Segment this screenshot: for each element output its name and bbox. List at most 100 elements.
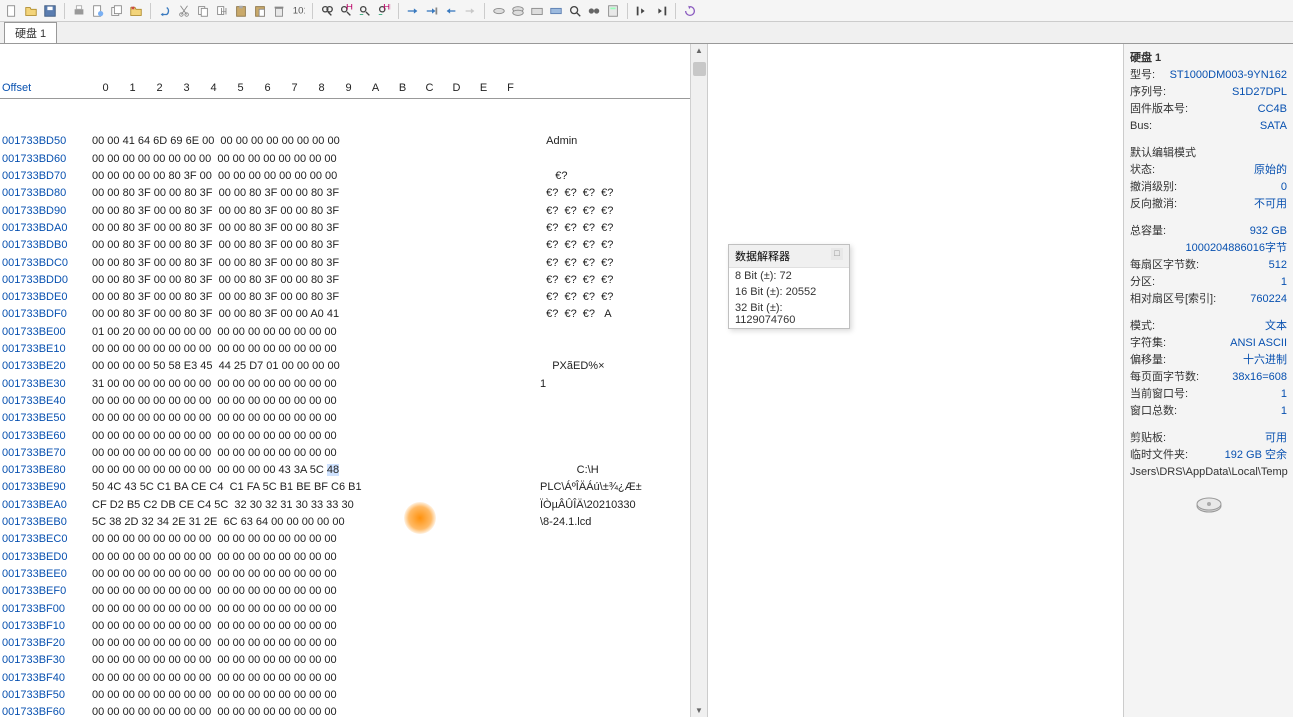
charset-value: ANSI ASCII: [1230, 336, 1287, 351]
save-icon[interactable]: [42, 3, 58, 19]
forward-icon[interactable]: [462, 3, 478, 19]
interp-title: 数据解释器: [735, 248, 790, 264]
find-hex-icon[interactable]: HEX: [338, 3, 354, 19]
replace-icon[interactable]: [357, 3, 373, 19]
wintot-label: 窗口总数:: [1130, 404, 1177, 419]
close-icon[interactable]: □: [831, 248, 843, 260]
hex-row[interactable]: 001733BD5000 00 41 64 6D 69 6E 00 00 00 …: [0, 133, 690, 150]
search-icon[interactable]: [567, 3, 583, 19]
hex-row[interactable]: 001733BE2000 00 00 00 50 58 E3 45 44 25 …: [0, 358, 690, 375]
binary-icon[interactable]: 101: [290, 3, 306, 19]
delete-icon[interactable]: [271, 3, 287, 19]
interp-8bit: 8 Bit (±): 72: [729, 268, 849, 284]
hex-row[interactable]: 001733BF3000 00 00 00 00 00 00 00 00 00 …: [0, 652, 690, 669]
bus-value: SATA: [1260, 119, 1287, 134]
files-icon[interactable]: [109, 3, 125, 19]
hex-row[interactable]: 001733BEB05C 38 2D 32 34 2E 31 2E 6C 63 …: [0, 514, 690, 531]
goto-icon[interactable]: [405, 3, 421, 19]
disk3-icon[interactable]: [529, 3, 545, 19]
bus-label: Bus:: [1130, 119, 1152, 134]
hex-row[interactable]: 001733BDF000 00 80 3F 00 00 80 3F 00 00 …: [0, 306, 690, 323]
back-icon[interactable]: [443, 3, 459, 19]
hex-row[interactable]: 001733BE8000 00 00 00 00 00 00 00 00 00 …: [0, 462, 690, 479]
tab-bar: 硬盘 1: [0, 22, 1293, 44]
hex-row[interactable]: 001733BDD000 00 80 3F 00 00 80 3F 00 00 …: [0, 272, 690, 289]
editmode-label: 默认编辑模式: [1130, 146, 1196, 161]
hex-row[interactable]: 001733BD8000 00 80 3F 00 00 80 3F 00 00 …: [0, 185, 690, 202]
svg-text:HEX: HEX: [346, 4, 353, 12]
cap-label: 总容量:: [1130, 224, 1166, 239]
sync-icon[interactable]: [682, 3, 698, 19]
svg-text:HEX: HEX: [383, 4, 391, 12]
hex-row[interactable]: 001733BED000 00 00 00 00 00 00 00 00 00 …: [0, 549, 690, 566]
tab-disk1[interactable]: 硬盘 1: [4, 22, 57, 43]
hex-row[interactable]: 001733BEE000 00 00 00 00 00 00 00 00 00 …: [0, 566, 690, 583]
pos-mgr-icon[interactable]: [586, 3, 602, 19]
tmp-label: 临时文件夹:: [1130, 448, 1188, 463]
hex-row[interactable]: 001733BD9000 00 80 3F 00 00 80 3F 00 00 …: [0, 203, 690, 220]
hex-row[interactable]: 001733BDB000 00 80 3F 00 00 80 3F 00 00 …: [0, 237, 690, 254]
empty-middle: [708, 44, 1123, 717]
hex-pane: Offset0123456789ABCDEF 001733BD5000 00 4…: [0, 44, 708, 717]
model-value: ST1000DM003-9YN162: [1170, 68, 1287, 83]
hex-row[interactable]: 001733BE7000 00 00 00 00 00 00 00 00 00 …: [0, 445, 690, 462]
hex-row[interactable]: 001733BE6000 00 00 00 00 00 00 00 00 00 …: [0, 428, 690, 445]
state-value: 原始的: [1254, 163, 1287, 178]
hex-row[interactable]: 001733BE1000 00 00 00 00 00 00 00 00 00 …: [0, 341, 690, 358]
calc-icon[interactable]: [605, 3, 621, 19]
redo-value: 不可用: [1254, 197, 1287, 212]
disk2-icon[interactable]: [510, 3, 526, 19]
interp-32bit: 32 Bit (±): 1129074760: [729, 300, 849, 328]
hex-row[interactable]: 001733BF4000 00 00 00 00 00 00 00 00 00 …: [0, 670, 690, 687]
hex-row[interactable]: 001733BE4000 00 00 00 00 00 00 00 00 00 …: [0, 393, 690, 410]
offdisp-value: 十六进制: [1243, 353, 1287, 368]
ram-icon[interactable]: [548, 3, 564, 19]
open-icon[interactable]: [23, 3, 39, 19]
hex-row[interactable]: 001733BD7000 00 00 00 00 80 3F 00 00 00 …: [0, 168, 690, 185]
block-end-icon[interactable]: [653, 3, 669, 19]
hex-row[interactable]: 001733BEC000 00 00 00 00 00 00 00 00 00 …: [0, 531, 690, 548]
block-start-icon[interactable]: [634, 3, 650, 19]
new-icon[interactable]: [4, 3, 20, 19]
hex-row[interactable]: 001733BF6000 00 00 00 00 00 00 00 00 00 …: [0, 704, 690, 717]
hex-row[interactable]: 001733BF0000 00 00 00 00 00 00 00 00 00 …: [0, 601, 690, 618]
cut-icon[interactable]: [176, 3, 192, 19]
redo-label: 反向撤消:: [1130, 197, 1177, 212]
hex-row[interactable]: 001733BEF000 00 00 00 00 00 00 00 00 00 …: [0, 583, 690, 600]
paste-icon[interactable]: [233, 3, 249, 19]
goto-offset-icon[interactable]: [424, 3, 440, 19]
hex-row[interactable]: 001733BF1000 00 00 00 00 00 00 00 00 00 …: [0, 618, 690, 635]
replace-hex-icon[interactable]: HEX: [376, 3, 392, 19]
wintot-value: 1: [1281, 404, 1287, 419]
paste-over-icon[interactable]: [252, 3, 268, 19]
relsec-value: 760224: [1250, 292, 1287, 307]
properties-icon[interactable]: [90, 3, 106, 19]
vertical-scrollbar[interactable]: ▲ ▼: [690, 44, 707, 717]
hex-row[interactable]: 001733BDC000 00 80 3F 00 00 80 3F 00 00 …: [0, 255, 690, 272]
copy-hex-icon[interactable]: H: [214, 3, 230, 19]
hex-row[interactable]: 001733BD6000 00 00 00 00 00 00 00 00 00 …: [0, 151, 690, 168]
hex-body[interactable]: 001733BD5000 00 41 64 6D 69 6E 00 00 00 …: [0, 133, 690, 717]
copy-icon[interactable]: [195, 3, 211, 19]
model-label: 型号:: [1130, 68, 1155, 83]
clip-label: 剪贴板:: [1130, 431, 1166, 446]
mode-value: 文本: [1265, 319, 1287, 334]
hex-row[interactable]: 001733BEA0CF D2 B5 C2 DB CE C4 5C 32 30 …: [0, 497, 690, 514]
hex-row[interactable]: 001733BE0001 00 20 00 00 00 00 00 00 00 …: [0, 324, 690, 341]
find-icon[interactable]: [319, 3, 335, 19]
data-interpreter[interactable]: 数据解释器□ 8 Bit (±): 72 16 Bit (±): 20552 3…: [728, 244, 850, 329]
hex-row[interactable]: 001733BF5000 00 00 00 00 00 00 00 00 00 …: [0, 687, 690, 704]
hex-row[interactable]: 001733BDA000 00 80 3F 00 00 80 3F 00 00 …: [0, 220, 690, 237]
hex-row[interactable]: 001733BE9050 4C 43 5C C1 BA CE C4 C1 FA …: [0, 479, 690, 496]
hex-row[interactable]: 001733BE3031 00 00 00 00 00 00 00 00 00 …: [0, 376, 690, 393]
close-open-icon[interactable]: [128, 3, 144, 19]
cap2-value: 1000204886016字节: [1185, 241, 1287, 256]
disk-icon[interactable]: [491, 3, 507, 19]
scrollbar-thumb[interactable]: [693, 62, 706, 76]
hex-row[interactable]: 001733BE5000 00 00 00 00 00 00 00 00 00 …: [0, 410, 690, 427]
print-icon[interactable]: [71, 3, 87, 19]
hex-row[interactable]: 001733BDE000 00 80 3F 00 00 80 3F 00 00 …: [0, 289, 690, 306]
bps-label: 每扇区字节数:: [1130, 258, 1199, 273]
hex-row[interactable]: 001733BF2000 00 00 00 00 00 00 00 00 00 …: [0, 635, 690, 652]
undo-icon[interactable]: [157, 3, 173, 19]
